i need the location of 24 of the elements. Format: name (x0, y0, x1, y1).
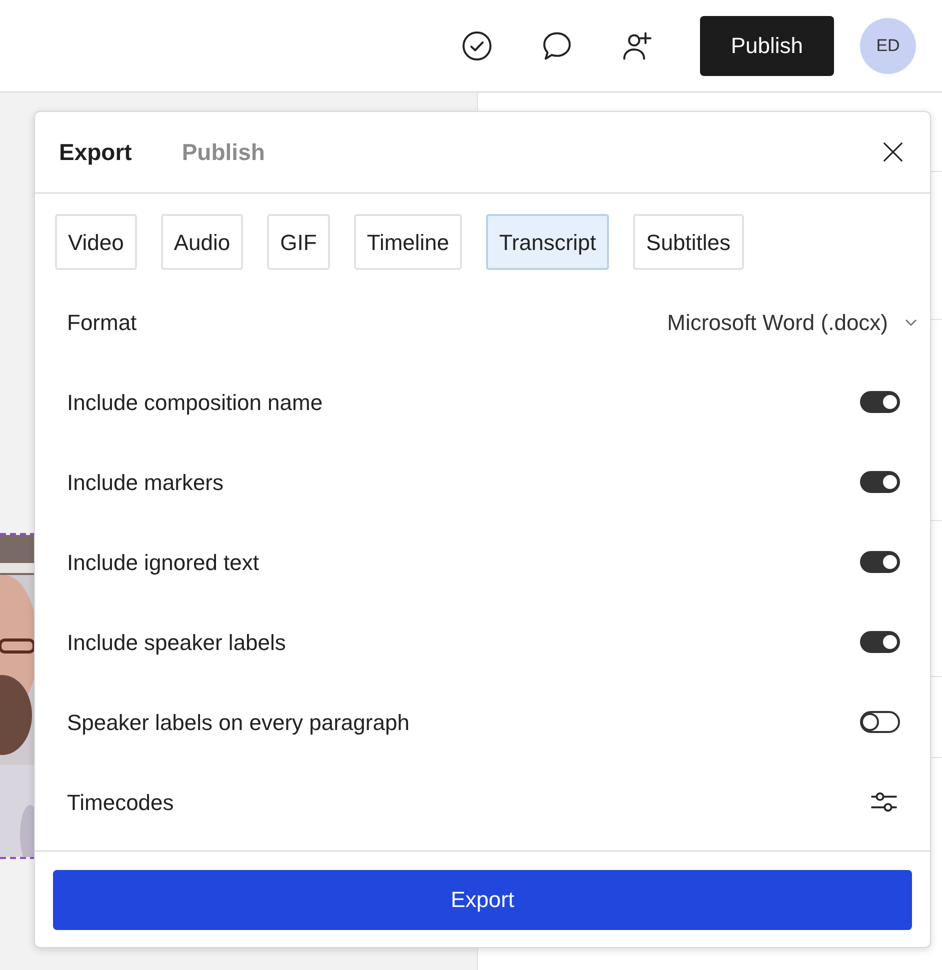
setting-label: Include composition name (67, 388, 323, 417)
format-tab[interactable]: Timeline (354, 214, 462, 270)
check-circle-icon[interactable] (460, 28, 494, 62)
setting-label: Include markers (67, 468, 224, 496)
dialog-tab[interactable]: Export (59, 134, 132, 170)
setting-label: Include speaker labels (67, 628, 286, 657)
toggle-switch[interactable] (860, 471, 900, 493)
publish-button[interactable]: Publish (700, 16, 834, 76)
setting-label: Speaker labels on every paragraph (67, 708, 410, 737)
setting-label: Timecodes (67, 788, 174, 816)
toggle-switch[interactable] (860, 711, 900, 733)
format-dropdown[interactable]: Microsoft Word (.docx) (667, 306, 918, 338)
setting-label: Format (67, 308, 137, 336)
toggle-switch[interactable] (860, 551, 900, 573)
format-tab[interactable]: Transcript (486, 214, 610, 270)
setting-label: Include ignored text (67, 548, 260, 577)
toggle-switch[interactable] (860, 391, 900, 413)
format-tab[interactable]: Audio (160, 214, 244, 270)
format-tab[interactable]: Subtitles (633, 214, 744, 270)
toggle-switch[interactable] (860, 631, 900, 653)
export-button[interactable]: Export (53, 870, 912, 930)
format-tab[interactable]: Video (55, 214, 137, 270)
avatar[interactable]: ED (860, 18, 916, 74)
format-tab[interactable]: GIF (267, 214, 330, 270)
